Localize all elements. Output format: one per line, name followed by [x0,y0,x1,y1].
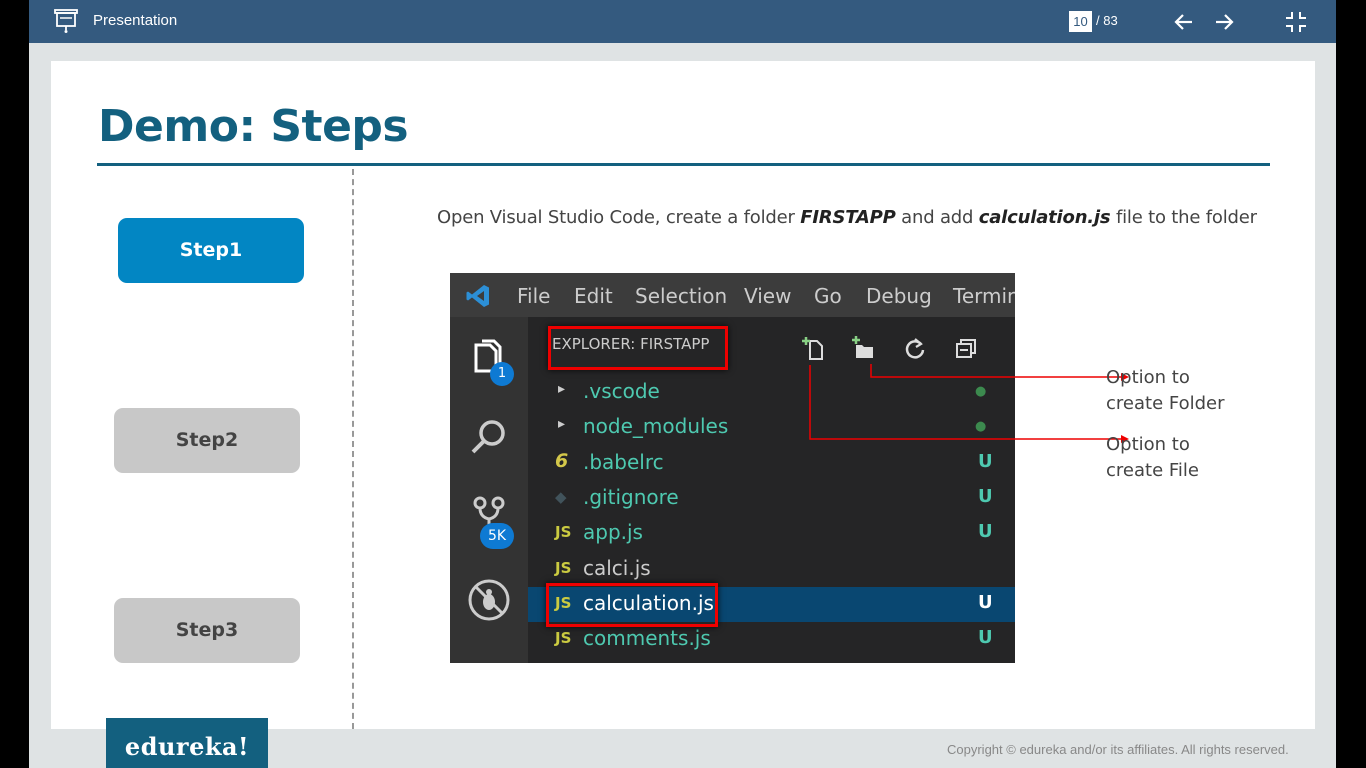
exit-fullscreen-icon[interactable] [1284,10,1308,34]
slide-title: Demo: Steps [98,101,409,152]
file-type-icon: JS [555,629,572,648]
file-type-icon: ▸ [558,381,566,397]
vertical-divider [352,169,354,729]
git-status: U [978,591,993,613]
file-name: calculation.js [978,207,1111,228]
file-type-icon: JS [555,558,572,577]
git-status: U [978,485,993,507]
menu-terminal[interactable]: Terminal [953,284,1015,308]
menu-debug[interactable]: Debug [866,284,932,308]
file-name-label: .babelrc [583,449,664,474]
presentation-viewer: Presentation 10 / 83 Demo: Steps Step1 S… [29,0,1336,768]
vscode-screenshot: File Edit Selection View Go Debug Termin… [450,273,1015,663]
new-folder-icon[interactable] [850,335,876,361]
file-row[interactable]: JS app.js U [528,516,1015,551]
step1-button[interactable]: Step1 [118,218,304,283]
menu-edit[interactable]: Edit [574,284,613,308]
arrow-right-icon[interactable] [1212,10,1236,34]
menu-file[interactable]: File [517,284,550,308]
file-name-label: node_modules [583,414,729,439]
file-row[interactable]: JS comments.js U [528,622,1015,657]
file-row[interactable]: ▸ .vscode ● [528,375,1015,410]
file-name-label: app.js [583,520,643,545]
folder-name: FIRSTAPP [800,207,896,228]
git-status: U [978,627,993,649]
file-row[interactable]: ◆ .gitignore U [528,481,1015,516]
copyright-text: Copyright © edureka and/or its affiliate… [947,742,1289,757]
file-row[interactable]: 6 .babelrc U [528,446,1015,481]
folder-option-callout: Option to create Folder [1106,367,1225,414]
instruction-text: Open Visual Studio Code, create a folder… [437,207,1257,228]
git-status: ● [975,384,987,399]
viewer-toolbar: Presentation 10 / 83 [29,0,1336,43]
page-number-input[interactable]: 10 [1069,11,1092,32]
menu-go[interactable]: Go [814,284,842,308]
file-name-label: calci.js [583,555,651,580]
explorer-panel: EXPLORER: FIRSTAPP ▸ .vscode ● ▸ node_mo… [528,317,1015,663]
arrow-left-icon[interactable] [1172,10,1196,34]
edureka-logo: edureka! [106,718,268,768]
file-type-icon: 6 [555,449,569,472]
page-total: / 83 [1096,13,1118,28]
file-row[interactable]: JS calci.js [528,552,1015,587]
presentation-icon [54,9,78,33]
scm-badge: 5K [480,523,514,549]
file-name-label: .vscode [583,379,660,403]
menu-selection[interactable]: Selection [635,284,727,308]
activity-bar: 1 5K [450,317,528,663]
menu-view[interactable]: View [744,284,791,308]
search-icon[interactable] [466,415,512,461]
slide: Demo: Steps Step1 Step2 Step3 Open Visua… [51,61,1315,729]
vscode-menubar: File Edit Selection View Go Debug Termin… [450,273,1015,317]
explorer-header-highlight [548,326,728,370]
git-status: U [978,521,993,543]
git-status: U [978,450,993,472]
file-type-icon: ▸ [558,416,566,433]
refresh-icon[interactable] [902,335,928,361]
vscode-logo-icon [466,285,489,307]
git-status: ● [975,419,987,435]
file-option-callout: Option to create File [1106,434,1199,481]
viewer-title: Presentation [93,12,178,29]
new-file-icon[interactable] [800,335,826,361]
debug-icon[interactable] [466,577,512,623]
calculation-file-highlight [546,583,718,627]
file-name-label: .gitignore [583,484,679,509]
collapse-all-icon[interactable] [954,335,980,361]
file-type-icon: ◆ [555,487,567,506]
step2-button[interactable]: Step2 [114,408,300,473]
step3-button[interactable]: Step3 [114,598,300,663]
file-type-icon: JS [555,523,572,542]
file-name-label: comments.js [583,626,711,651]
file-row[interactable]: ▸ node_modules ● [528,410,1015,445]
title-divider [97,163,1270,166]
explorer-badge: 1 [490,362,514,386]
